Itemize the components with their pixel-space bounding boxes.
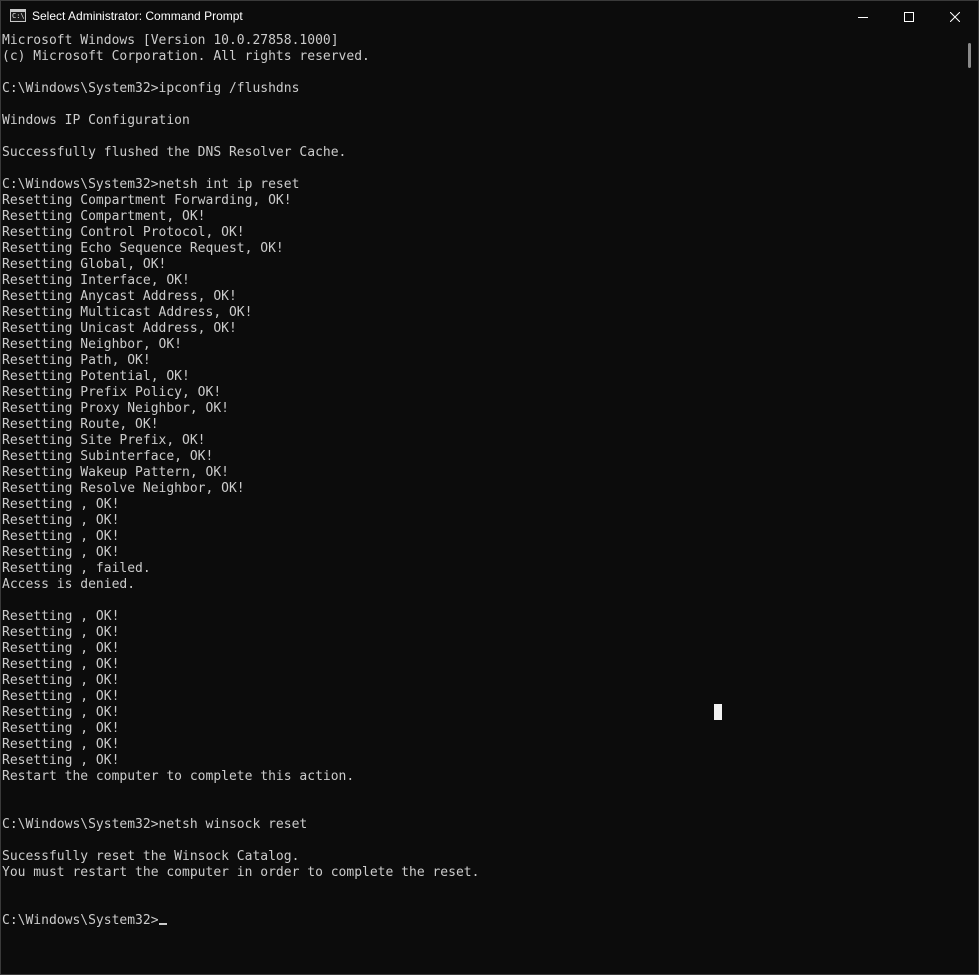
console-output[interactable]: Microsoft Windows [Version 10.0.27858.10… <box>2 33 964 974</box>
console-line: C:\Windows\System32>ipconfig /flushdns <box>2 81 300 96</box>
console-line: Resetting Prefix Policy, OK! <box>2 385 222 400</box>
close-button[interactable] <box>932 1 978 32</box>
console-line: Resetting , OK! <box>2 721 120 736</box>
console-line: Resetting , failed. <box>2 561 151 576</box>
console-line: Resetting Path, OK! <box>2 353 151 368</box>
minimize-button[interactable] <box>840 1 886 32</box>
console-line: Sucessfully reset the Winsock Catalog. <box>2 849 300 864</box>
minimize-icon <box>858 16 868 18</box>
maximize-icon <box>904 11 914 22</box>
console-line: Resetting Echo Sequence Request, OK! <box>2 241 284 256</box>
console-line: Resetting Multicast Address, OK! <box>2 305 253 320</box>
prompt-text: C:\Windows\System32> <box>2 913 159 928</box>
console-line: Resetting , OK! <box>2 657 120 672</box>
maximize-button[interactable] <box>886 1 932 32</box>
console-line: Resetting Subinterface, OK! <box>2 449 214 464</box>
console-line: Resetting , OK! <box>2 641 120 656</box>
vertical-scrollbar[interactable] <box>964 33 978 974</box>
console-line: Access is denied. <box>2 577 136 592</box>
console-line: Resetting Wakeup Pattern, OK! <box>2 465 229 480</box>
console-line: Resetting Compartment, OK! <box>2 209 206 224</box>
console-line: Resetting , OK! <box>2 705 120 720</box>
console-line: Successfully flushed the DNS Resolver Ca… <box>2 145 347 160</box>
console-line: Resetting Control Protocol, OK! <box>2 225 245 240</box>
console-line: C:\Windows\System32>netsh winsock reset <box>2 817 308 832</box>
console-line: Resetting , OK! <box>2 529 120 544</box>
console-line: Resetting Proxy Neighbor, OK! <box>2 401 229 416</box>
console-line: Resetting Global, OK! <box>2 257 167 272</box>
console-line: Resetting , OK! <box>2 753 120 768</box>
console-line: (c) Microsoft Corporation. All rights re… <box>2 49 370 64</box>
command-prompt-line[interactable]: C:\Windows\System32> <box>2 913 964 929</box>
console-line: Resetting Resolve Neighbor, OK! <box>2 481 245 496</box>
console-line: Resetting Potential, OK! <box>2 369 190 384</box>
console-line: Resetting Unicast Address, OK! <box>2 321 237 336</box>
console-line: Resetting Anycast Address, OK! <box>2 289 237 304</box>
console-line: Resetting Compartment Forwarding, OK! <box>2 193 292 208</box>
mouse-text-cursor <box>714 704 722 720</box>
console-line: Windows IP Configuration <box>2 113 190 128</box>
console-line: Resetting , OK! <box>2 513 120 528</box>
console-line: Resetting Interface, OK! <box>2 273 190 288</box>
console-line: Resetting , OK! <box>2 545 120 560</box>
console-line: Resetting , OK! <box>2 689 120 704</box>
console-line: Resetting Route, OK! <box>2 417 159 432</box>
console-line: Resetting Neighbor, OK! <box>2 337 183 352</box>
console-line: Resetting , OK! <box>2 673 120 688</box>
console-line: You must restart the computer in order t… <box>2 865 480 880</box>
console-line: C:\Windows\System32>netsh int ip reset <box>2 177 300 192</box>
console-line: Resetting , OK! <box>2 497 120 512</box>
app-icon-glyph: C:\ <box>12 12 25 20</box>
command-prompt-app-icon[interactable]: C:\ <box>10 9 26 22</box>
console-line: Resetting , OK! <box>2 625 120 640</box>
title-bar[interactable]: C:\ Select Administrator: Command Prompt <box>1 1 978 32</box>
text-cursor <box>158 923 167 925</box>
console-line: Resetting , OK! <box>2 609 120 624</box>
scrollbar-thumb[interactable] <box>968 43 971 68</box>
console-line: Microsoft Windows [Version 10.0.27858.10… <box>2 33 339 48</box>
window-title: Select Administrator: Command Prompt <box>32 9 243 23</box>
console-line: Resetting Site Prefix, OK! <box>2 433 206 448</box>
close-icon <box>950 11 960 22</box>
console-line: Resetting , OK! <box>2 737 120 752</box>
command-prompt-window: C:\ Select Administrator: Command Prompt… <box>0 0 979 975</box>
console-line: Restart the computer to complete this ac… <box>2 769 355 784</box>
